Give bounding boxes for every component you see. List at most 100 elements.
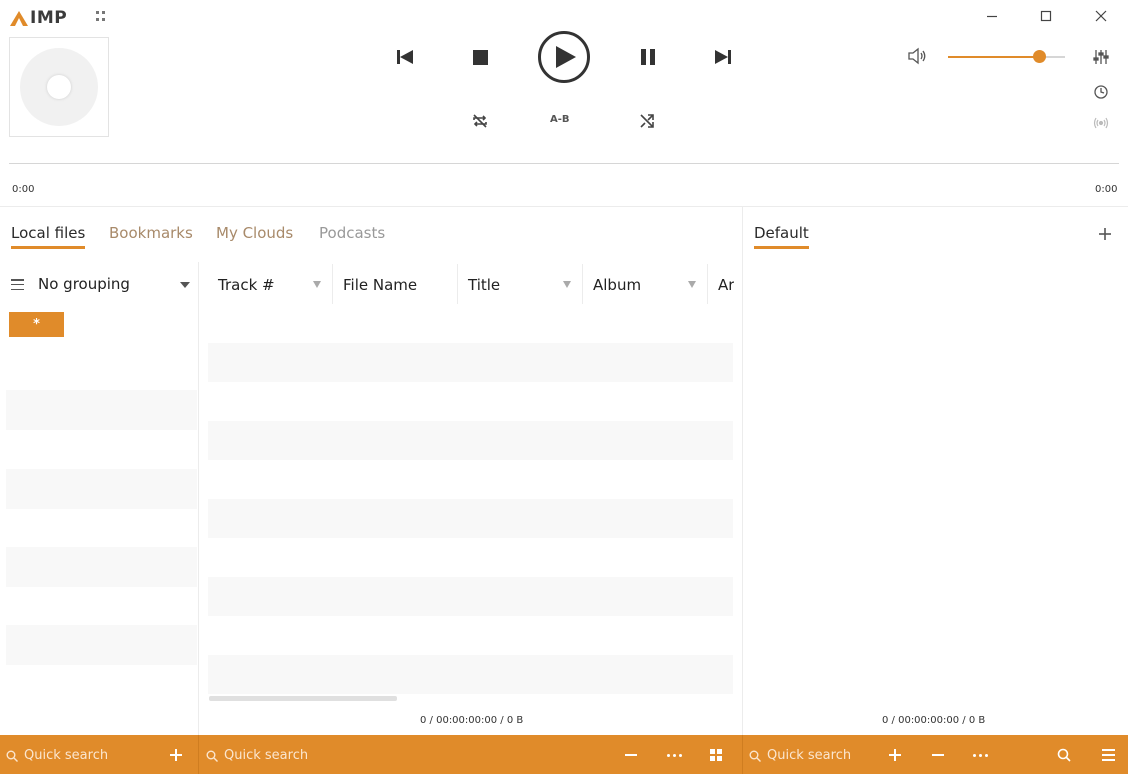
minus-icon — [932, 754, 944, 756]
grouping-menu-icon[interactable] — [11, 279, 24, 290]
app-logo: IMP — [10, 8, 67, 28]
table-row — [208, 499, 733, 538]
grouping-divider[interactable] — [198, 262, 199, 736]
column-separator[interactable] — [332, 264, 333, 304]
table-row — [208, 343, 733, 382]
add-files-button[interactable] — [887, 747, 903, 763]
minimize-button[interactable] — [977, 4, 1007, 28]
more-icon — [666, 753, 682, 757]
table-row — [208, 421, 733, 460]
toolbar-divider — [198, 735, 199, 774]
aimp-window: IMP A-B 0:00 0:00 Local files Bookmarks … — [0, 0, 1128, 774]
list-item — [6, 547, 197, 587]
horizontal-scrollbar[interactable] — [209, 696, 397, 701]
column-header-album[interactable]: Album — [593, 276, 641, 294]
stop-button[interactable] — [470, 47, 490, 67]
more-options-button[interactable] — [666, 747, 682, 763]
tab-bookmarks[interactable]: Bookmarks — [109, 224, 193, 246]
play-button[interactable] — [538, 31, 590, 83]
shuffle-icon — [640, 114, 654, 128]
search-icon — [1057, 748, 1071, 762]
list-item — [6, 390, 197, 430]
more-icon — [972, 753, 988, 757]
list-item — [6, 625, 197, 665]
menu-icon — [1101, 749, 1115, 761]
ab-repeat-button[interactable]: A-B — [550, 114, 570, 125]
filter-icon[interactable] — [313, 281, 321, 288]
main-menu-button[interactable] — [96, 11, 108, 23]
plus-icon — [1099, 228, 1111, 240]
tab-podcasts[interactable]: Podcasts — [319, 224, 385, 246]
next-icon — [715, 50, 731, 64]
quick-search-left[interactable]: Quick search — [6, 748, 108, 763]
search-icon — [749, 750, 761, 762]
stop-icon — [472, 49, 488, 65]
equalizer-icon — [1093, 50, 1109, 64]
scheduler-button[interactable] — [1093, 84, 1109, 100]
plus-icon — [889, 749, 901, 761]
search-icon — [6, 750, 18, 762]
grid-icon — [710, 749, 722, 761]
quick-search-right[interactable]: Quick search — [749, 748, 851, 763]
column-header-track[interactable]: Track # — [218, 276, 275, 294]
pause-button[interactable] — [638, 47, 658, 67]
play-icon — [556, 46, 576, 68]
tab-local-files[interactable]: Local files — [11, 224, 86, 249]
add-group-button[interactable] — [168, 747, 184, 763]
close-button[interactable] — [1086, 4, 1116, 28]
grouping-all-item[interactable]: * — [9, 312, 64, 337]
shuffle-button[interactable] — [637, 111, 657, 131]
previous-icon — [397, 50, 413, 64]
quick-search-middle[interactable]: Quick search — [206, 748, 308, 763]
view-mode-button[interactable] — [708, 747, 724, 763]
search-icon — [206, 750, 218, 762]
clock-icon — [1094, 85, 1108, 99]
seek-bar[interactable] — [9, 163, 1119, 164]
panel-divider[interactable] — [742, 206, 743, 736]
time-elapsed: 0:00 — [12, 184, 35, 195]
playlist-more-button[interactable] — [972, 747, 988, 763]
list-item — [6, 469, 197, 509]
column-separator[interactable] — [707, 264, 708, 304]
add-playlist-button[interactable] — [1097, 226, 1113, 242]
header-divider — [0, 206, 1128, 207]
repeat-icon — [473, 114, 487, 128]
minimize-icon — [987, 15, 997, 18]
previous-button[interactable] — [395, 47, 415, 67]
radio-button[interactable] — [1093, 115, 1109, 131]
minus-icon — [625, 754, 637, 756]
logo-text: IMP — [30, 8, 68, 28]
filter-icon[interactable] — [563, 281, 571, 288]
volume-knob[interactable] — [1033, 50, 1047, 63]
maximize-button[interactable] — [1031, 4, 1061, 28]
column-separator[interactable] — [582, 264, 583, 304]
playlist-menu-button[interactable] — [1100, 747, 1116, 763]
search-placeholder: Quick search — [767, 748, 852, 763]
volume-button[interactable] — [907, 47, 927, 69]
remove-files-button[interactable] — [930, 747, 946, 763]
chevron-down-icon[interactable] — [180, 282, 190, 288]
library-status: 0 / 00:00:00:00 / 0 B — [420, 715, 524, 726]
column-header-title[interactable]: Title — [468, 276, 500, 294]
remove-button[interactable] — [623, 747, 639, 763]
broadcast-icon — [1093, 117, 1109, 129]
repeat-button[interactable] — [470, 111, 490, 131]
album-cover[interactable] — [9, 37, 109, 137]
grouping-select[interactable]: No grouping — [38, 275, 130, 293]
volume-slider[interactable] — [948, 50, 1065, 63]
table-row — [208, 577, 733, 616]
equalizer-button[interactable] — [1093, 49, 1109, 65]
playlist-search-button[interactable] — [1056, 747, 1072, 763]
tab-playlist-default[interactable]: Default — [754, 224, 809, 249]
filter-icon[interactable] — [688, 281, 696, 288]
tab-my-clouds[interactable]: My Clouds — [216, 224, 293, 246]
toolbar-divider — [742, 735, 743, 774]
disc-icon — [20, 48, 98, 126]
close-icon — [1095, 10, 1107, 22]
column-header-file-name[interactable]: File Name — [343, 276, 417, 294]
playlist-status: 0 / 00:00:00:00 / 0 B — [882, 715, 986, 726]
next-button[interactable] — [713, 47, 733, 67]
search-placeholder: Quick search — [224, 748, 309, 763]
column-separator[interactable] — [457, 264, 458, 304]
column-header-artist[interactable]: Ar — [718, 276, 734, 294]
